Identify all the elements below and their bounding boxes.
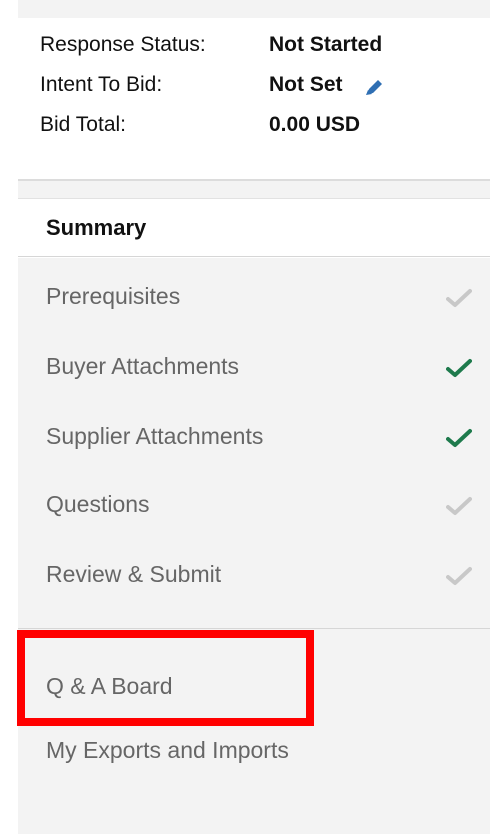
nav-item-label: Supplier Attachments xyxy=(46,423,264,449)
nav-item-label: Buyer Attachments xyxy=(46,353,240,379)
nav-item-supplier-attachments[interactable]: Supplier Attachments xyxy=(18,406,490,466)
top-strip xyxy=(18,0,490,18)
nav-item-label: My Exports and Imports xyxy=(46,737,289,763)
nav-summary[interactable]: Summary xyxy=(18,199,490,257)
nav-item-buyer-attachments[interactable]: Buyer Attachments xyxy=(18,336,490,396)
check-icon xyxy=(446,289,472,307)
check-icon xyxy=(446,429,472,447)
nav-item-questions[interactable]: Questions xyxy=(18,474,490,534)
check-icon xyxy=(446,359,472,377)
nav-item-review-submit[interactable]: Review & Submit xyxy=(18,544,490,604)
nav-item-label: Questions xyxy=(46,491,150,517)
highlight-box xyxy=(17,630,314,726)
check-icon xyxy=(446,567,472,585)
response-status-value: Not Started xyxy=(269,33,383,56)
nav-item-label: Review & Submit xyxy=(46,561,222,587)
intent-to-bid-row: Intent To Bid: Not Set xyxy=(40,73,400,97)
nav-item-my-exports-imports[interactable]: My Exports and Imports xyxy=(18,720,490,780)
intent-to-bid-label: Intent To Bid: xyxy=(40,73,163,96)
section-divider xyxy=(18,179,490,199)
pencil-icon[interactable] xyxy=(363,77,385,97)
bid-total-value: 0.00 USD xyxy=(269,113,361,136)
intent-to-bid-value: Not Set xyxy=(269,73,343,96)
nav-item-prerequisites[interactable]: Prerequisites xyxy=(18,266,490,326)
nav-divider xyxy=(18,628,490,629)
response-status-label: Response Status: xyxy=(40,33,206,56)
response-info-panel: Response Status: Not Started Intent To B… xyxy=(18,18,490,180)
rfx-response-sidebar: Response Status: Not Started Intent To B… xyxy=(0,0,490,834)
summary-label: Summary xyxy=(46,215,147,240)
bid-total-label: Bid Total: xyxy=(40,113,126,136)
response-nav: Prerequisites Buyer Attachments Supplier… xyxy=(18,258,490,834)
nav-item-label: Prerequisites xyxy=(46,283,181,309)
check-icon xyxy=(446,497,472,515)
